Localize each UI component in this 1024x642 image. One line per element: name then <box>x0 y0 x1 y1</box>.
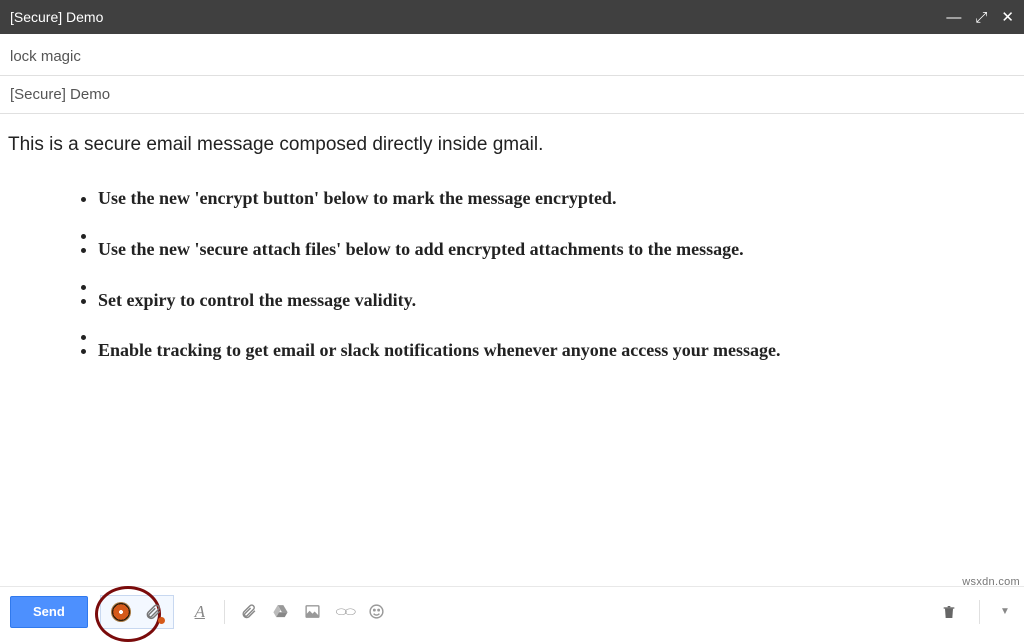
paperclip-icon <box>240 603 257 620</box>
list-item-blank <box>98 272 1016 278</box>
window-title: [Secure] Demo <box>10 0 103 34</box>
insert-link-button[interactable]: ⬭⬭ <box>331 598 359 626</box>
separator <box>224 600 225 624</box>
minimize-icon[interactable]: — <box>946 10 961 25</box>
insert-photo-button[interactable] <box>299 598 327 626</box>
trash-icon <box>941 603 957 621</box>
drive-icon <box>272 603 289 620</box>
encrypt-button[interactable] <box>107 598 135 626</box>
more-options-button[interactable]: ▼ <box>996 598 1014 626</box>
subject-field-value: [Secure] Demo <box>10 86 110 103</box>
window-titlebar: [Secure] Demo — ⤢ ✕ <box>0 0 1024 34</box>
send-button[interactable]: Send <box>10 596 88 628</box>
separator <box>979 600 980 624</box>
insert-emoji-button[interactable] <box>363 598 391 626</box>
attach-file-button[interactable] <box>235 598 263 626</box>
list-item: Enable tracking to get email or slack no… <box>98 336 1016 365</box>
list-item-blank <box>98 322 1016 328</box>
list-item: Use the new 'encrypt button' below to ma… <box>98 184 1016 213</box>
close-icon[interactable]: ✕ <box>1001 10 1014 25</box>
smiley-icon <box>368 603 385 620</box>
window-controls: — ⤢ ✕ <box>946 10 1014 25</box>
insert-drive-button[interactable] <box>267 598 295 626</box>
list-item-blank <box>98 221 1016 227</box>
toolbar-right: ▼ <box>935 598 1014 626</box>
compose-toolbar: Send A ⬭⬭ <box>0 586 1024 636</box>
body-intro: This is a secure email message composed … <box>8 134 1016 156</box>
subject-field[interactable]: [Secure] Demo <box>0 76 1024 114</box>
text-format-icon: A <box>195 602 205 622</box>
link-icon: ⬭⬭ <box>336 604 354 620</box>
image-icon <box>304 603 321 620</box>
body-bullet-list: Use the new 'encrypt button' below to ma… <box>8 184 1016 365</box>
list-item: Set expiry to control the message validi… <box>98 286 1016 315</box>
caret-down-icon: ▼ <box>1000 606 1010 617</box>
maximize-icon[interactable]: ⤢ <box>975 10 987 25</box>
eye-icon <box>111 602 131 622</box>
secure-attach-button[interactable] <box>139 598 167 626</box>
encrypt-button-group <box>100 595 174 629</box>
discard-draft-button[interactable] <box>935 598 963 626</box>
list-item: Use the new 'secure attach files' below … <box>98 235 1016 264</box>
formatting-button[interactable]: A <box>186 598 214 626</box>
to-field-value: lock magic <box>10 48 81 65</box>
paperclip-icon <box>144 603 162 621</box>
message-body[interactable]: This is a secure email message composed … <box>0 114 1024 614</box>
to-field[interactable]: lock magic <box>0 34 1024 76</box>
